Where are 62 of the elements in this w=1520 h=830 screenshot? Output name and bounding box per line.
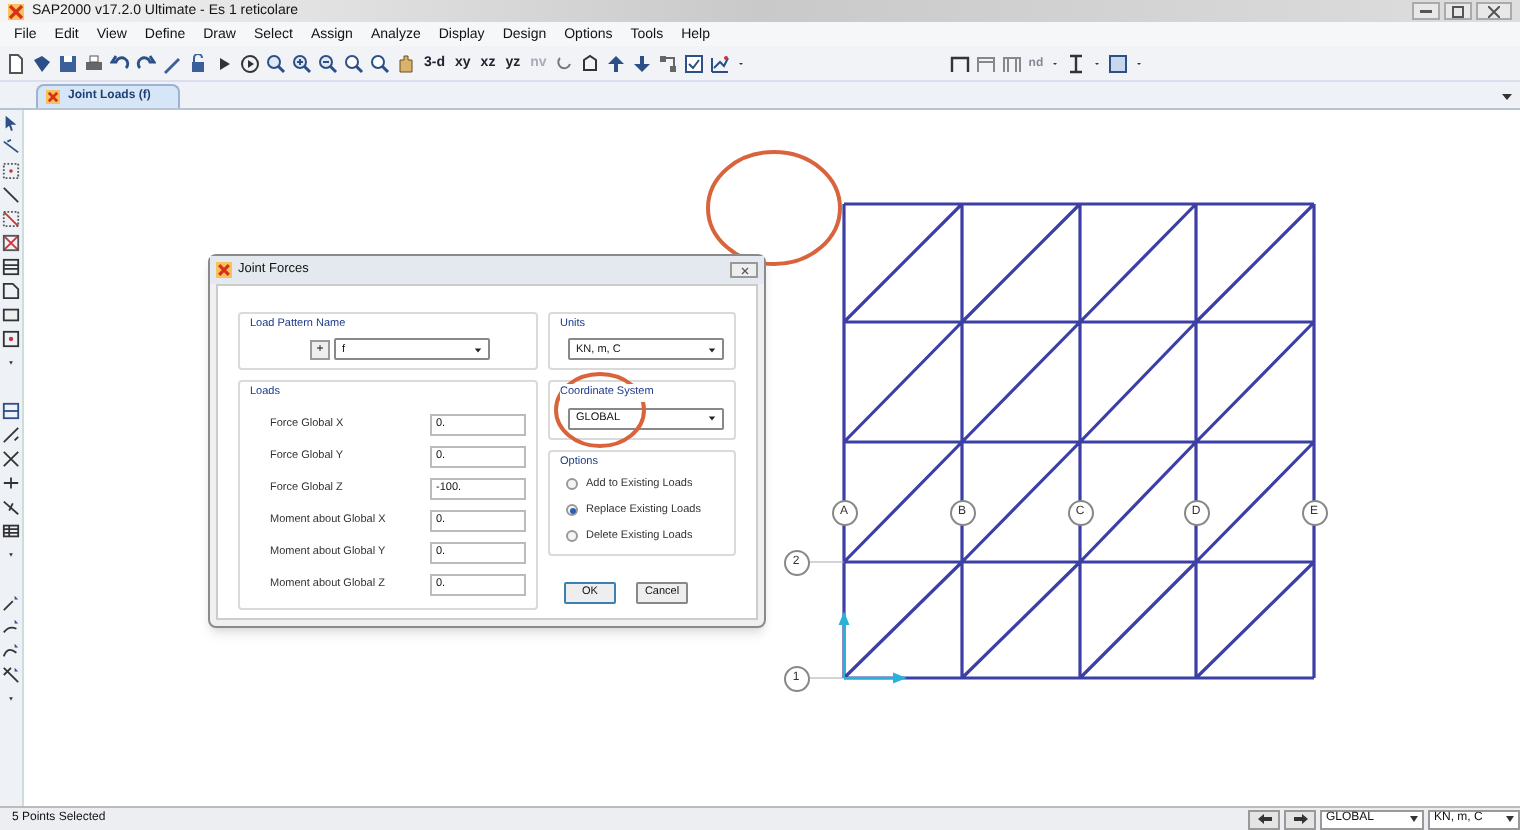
save-icon[interactable] [58, 53, 78, 73]
close-icon[interactable] [739, 265, 749, 275]
frame-icon[interactable] [950, 53, 971, 73]
app-logo-icon [8, 3, 24, 19]
joint-icon[interactable] [2, 162, 20, 180]
i-beam-icon[interactable] [1065, 53, 1086, 73]
radio-button[interactable] [566, 530, 578, 543]
maximize-button[interactable] [1444, 2, 1472, 20]
dropdown-icon [1410, 816, 1418, 822]
grid-line [809, 561, 845, 679]
new-file-icon[interactable] [6, 53, 26, 73]
panel-icon[interactable] [1107, 53, 1128, 73]
zoom-previous-icon[interactable] [370, 53, 390, 73]
checkbox-icon[interactable] [684, 53, 705, 73]
draw-curve-icon[interactable] [2, 618, 20, 636]
down-arrow-icon[interactable] [632, 53, 653, 73]
next-button[interactable] [1284, 809, 1316, 829]
line-icon[interactable] [2, 210, 20, 228]
pointer-icon[interactable] [2, 114, 20, 132]
close-icon [1488, 5, 1500, 17]
app-logo-icon[interactable] [216, 262, 232, 278]
grid-icon[interactable] [2, 258, 20, 276]
zoom-icon[interactable] [266, 53, 286, 73]
left-arrow-icon [1257, 814, 1271, 824]
draw-arc-icon[interactable] [2, 642, 20, 660]
minimize-icon [1420, 9, 1432, 13]
dropdown-icon [1502, 94, 1512, 100]
chart-icon[interactable] [710, 53, 731, 73]
axis-icon [838, 611, 907, 684]
cross-icon[interactable] [2, 450, 20, 468]
play-icon[interactable] [214, 53, 234, 73]
close-button[interactable] [730, 262, 758, 278]
radio-button[interactable] [566, 504, 578, 517]
radio-button[interactable] [566, 477, 578, 490]
dropdown-icon[interactable] [708, 414, 716, 422]
redo-icon[interactable] [136, 53, 156, 73]
draw-line-icon[interactable] [2, 594, 20, 612]
zoom-out-icon[interactable] [318, 53, 338, 73]
line-icon[interactable] [2, 186, 20, 204]
minimize-button[interactable] [1412, 2, 1440, 20]
zoom-in-icon[interactable] [292, 53, 312, 73]
area-icon[interactable] [2, 282, 20, 300]
brace-icon[interactable] [2, 234, 20, 252]
pencil-icon[interactable] [162, 53, 182, 73]
solid-icon[interactable] [2, 330, 20, 348]
maximize-icon [1452, 5, 1464, 17]
lock-icon[interactable] [188, 53, 208, 73]
previous-button[interactable] [1248, 809, 1280, 829]
run-icon[interactable] [240, 53, 260, 73]
table-icon[interactable] [2, 522, 20, 540]
draw-brace-icon[interactable] [2, 666, 20, 684]
right-arrow-icon [1293, 814, 1307, 824]
app-logo-icon[interactable] [46, 90, 60, 104]
close-button[interactable] [1476, 2, 1512, 20]
layout-icon[interactable] [658, 53, 679, 73]
undo-icon[interactable] [110, 53, 130, 73]
rectangle-icon[interactable] [2, 306, 20, 324]
dropdown-icon [1506, 816, 1514, 822]
print-icon[interactable] [84, 53, 104, 73]
zoom-fit-icon[interactable] [344, 53, 364, 73]
up-arrow-icon[interactable] [606, 53, 627, 73]
annotation-circle [706, 150, 842, 266]
